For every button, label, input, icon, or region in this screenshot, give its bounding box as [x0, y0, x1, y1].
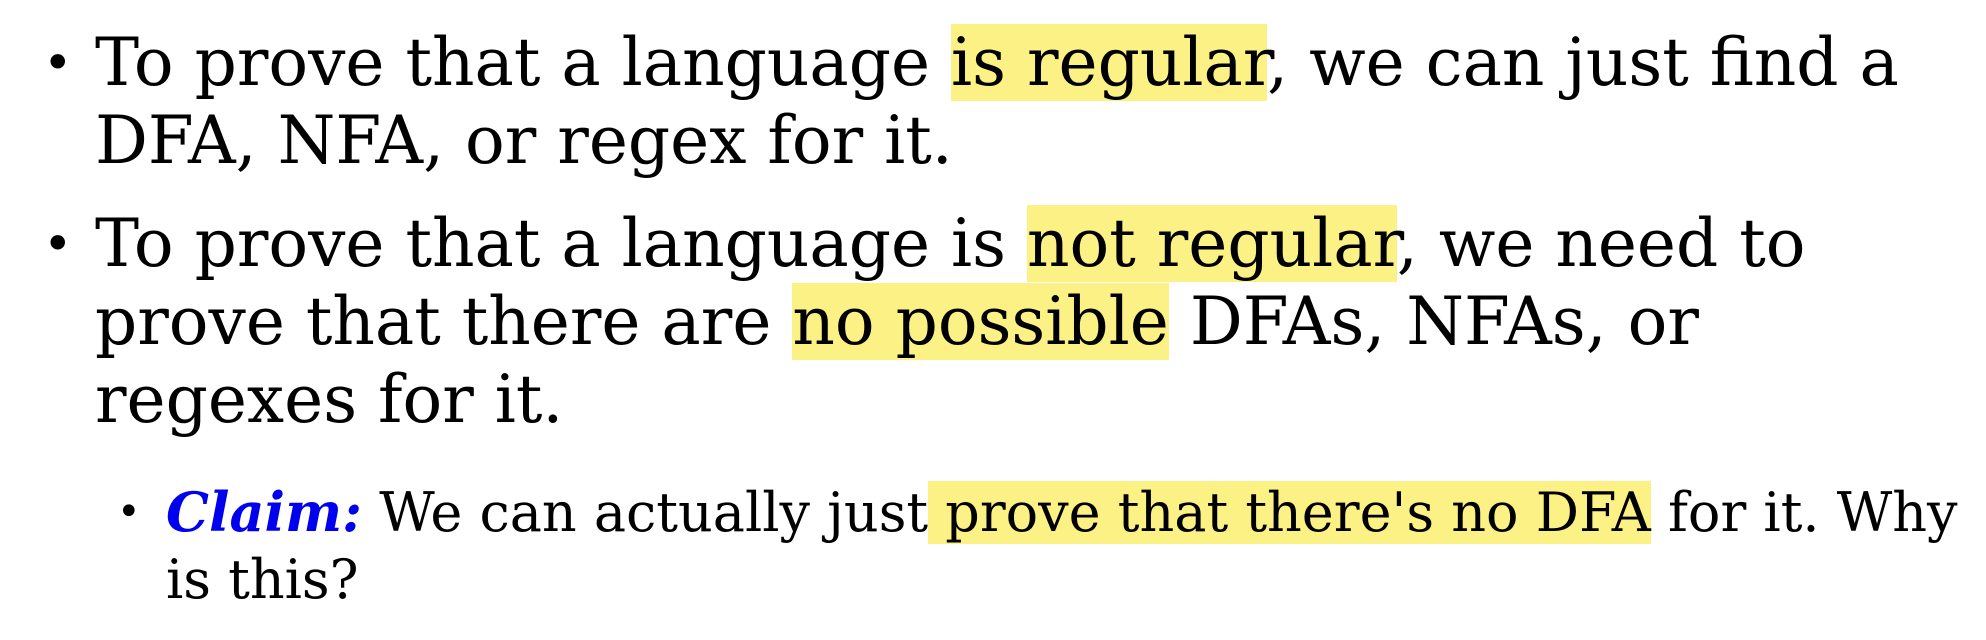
highlight-no-possible: no possible [792, 283, 1169, 360]
bullet-text: We can actually just [362, 481, 929, 544]
slide: • To prove that a language is regular, w… [0, 0, 1986, 640]
highlight-is-regular: is regular [951, 24, 1268, 101]
bullet-dot-icon: • [43, 215, 73, 273]
claim-label: Claim: [166, 480, 363, 544]
highlight-no-dfa: prove that there's no DFA [928, 481, 1651, 544]
bullet-text: To prove that a language [95, 24, 952, 101]
highlight-not-regular: not regular [1027, 205, 1397, 282]
sub-bullet-claim: • Claim: We can actually just prove that… [117, 479, 1966, 613]
bullet-text: To prove that a language is [95, 205, 1027, 282]
bullet-dot-icon: • [43, 34, 73, 92]
bullet-dot-icon: • [117, 489, 141, 535]
bullet-not-regular: • To prove that a language is not regula… [43, 205, 1955, 439]
bullet-regular: • To prove that a language is regular, w… [43, 24, 1955, 180]
